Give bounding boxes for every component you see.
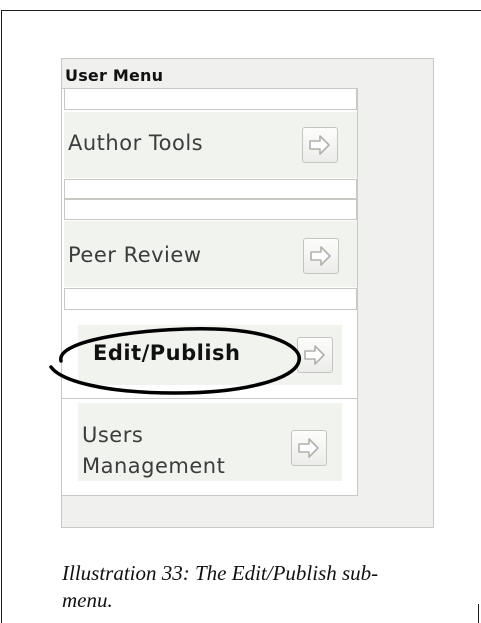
menu-spacer [64, 288, 357, 310]
menu-item-label: Author Tools [68, 131, 204, 155]
peer-review-arrow-button[interactable] [303, 238, 339, 274]
menu-item-label: Peer Review [68, 243, 202, 267]
figure-caption: Illustration 33: The Edit/Publish sub- m… [62, 560, 462, 614]
right-arrow-icon [310, 246, 331, 266]
caption-line-2: menu. [62, 588, 113, 612]
frame-top-border [2, 10, 481, 11]
frame-left-border [1, 10, 2, 623]
right-arrow-icon [298, 438, 319, 458]
right-arrow-icon [309, 135, 330, 155]
menu-divider [62, 398, 357, 399]
edit-publish-arrow-button[interactable] [297, 337, 333, 373]
right-arrow-icon [304, 345, 325, 365]
menu-spacer [64, 199, 357, 220]
frame-right-border [478, 604, 479, 623]
user-menu-title: User Menu [65, 66, 164, 85]
menu-spacer [64, 179, 357, 199]
author-tools-arrow-button[interactable] [302, 127, 338, 163]
menu-item-label-line1: Users [82, 423, 144, 447]
menu-item-label-line2: Management [82, 454, 226, 478]
menu-spacer [64, 88, 357, 110]
caption-line-1: Illustration 33: The Edit/Publish sub- [62, 561, 379, 585]
menu-item-label-highlighted: Edit/Publish [93, 341, 241, 365]
users-management-arrow-button[interactable] [291, 430, 327, 466]
